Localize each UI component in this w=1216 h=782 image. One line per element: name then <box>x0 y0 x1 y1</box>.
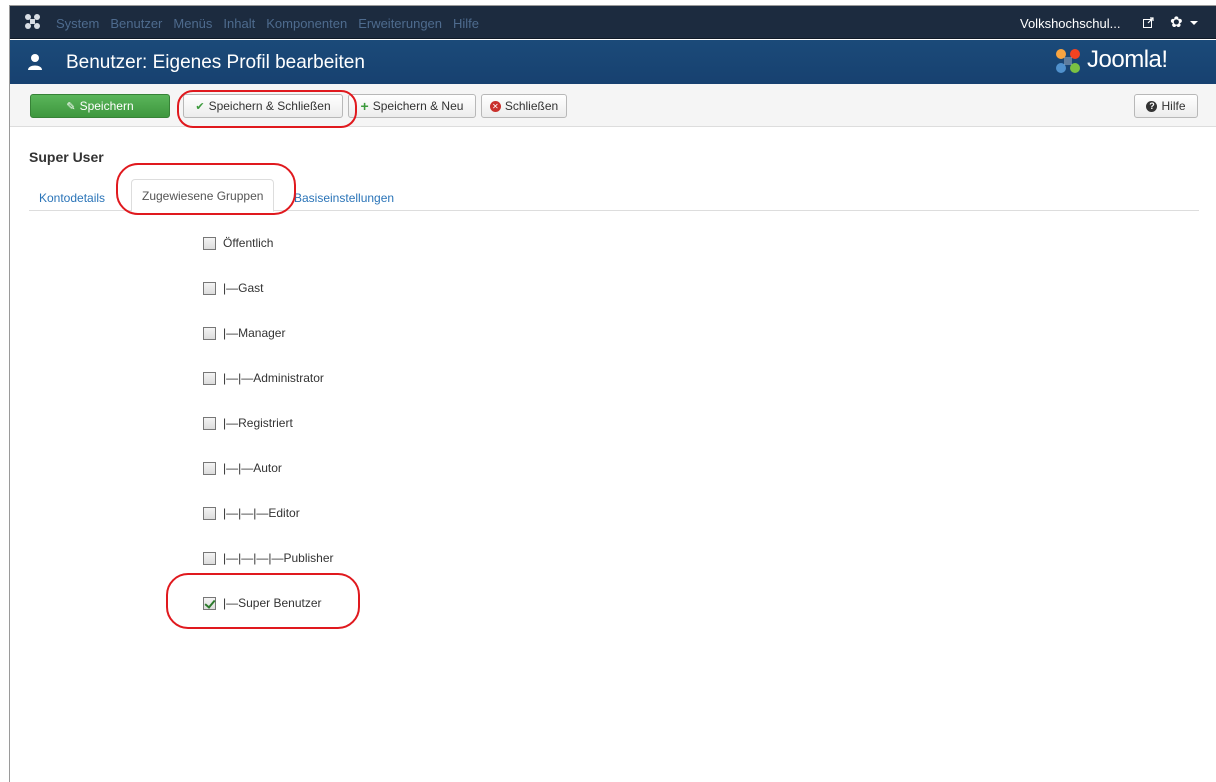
save-button[interactable]: ✎ Speichern <box>30 94 170 118</box>
group-label: |—|—Autor <box>223 461 282 475</box>
group-checkbox[interactable] <box>203 371 216 385</box>
gear-icon[interactable]: ✿ <box>1170 13 1183 31</box>
group-label: |—|—|—Editor <box>223 506 300 520</box>
chevron-down-icon[interactable] <box>1190 21 1198 25</box>
group-label: |—Manager <box>223 326 286 340</box>
help-button[interactable]: ? Hilfe <box>1134 94 1198 118</box>
close-icon: ✕ <box>489 100 501 112</box>
menu-item-system[interactable]: System <box>56 16 99 31</box>
group-row[interactable]: |—|—|—Editor <box>203 506 300 520</box>
save-and-new-button[interactable]: + Speichern & Neu <box>348 94 476 118</box>
group-row[interactable]: |—|—Administrator <box>203 371 324 385</box>
group-label: |—Registriert <box>223 416 293 430</box>
joomla-logo <box>1056 49 1080 73</box>
form-title: Super User <box>29 149 104 165</box>
group-label: Öffentlich <box>223 236 274 250</box>
group-checkbox[interactable] <box>203 506 216 520</box>
menu-item-inhalt[interactable]: Inhalt <box>223 16 255 31</box>
close-button[interactable]: ✕ Schließen <box>481 94 567 118</box>
group-label: |—|—|—|—Publisher <box>223 551 334 565</box>
highlight-ring-save-close <box>177 90 357 128</box>
menu-item-hilfe[interactable]: Hilfe <box>453 16 479 31</box>
top-menu-bar: System Benutzer Menüs Inhalt Komponenten… <box>10 6 1216 39</box>
save-and-new-label: Speichern & Neu <box>372 99 464 113</box>
group-checkbox[interactable] <box>203 551 216 565</box>
group-row[interactable]: |—|—|—|—Publisher <box>203 551 334 565</box>
external-link-icon[interactable] <box>1143 17 1154 28</box>
group-row[interactable]: |—|—Autor <box>203 461 282 475</box>
group-row[interactable]: |—Registriert <box>203 416 293 430</box>
edit-icon: ✎ <box>66 100 76 113</box>
group-checkbox[interactable] <box>203 326 216 340</box>
menu-item-erweiterungen[interactable]: Erweiterungen <box>358 16 442 31</box>
admin-window: System Benutzer Menüs Inhalt Komponenten… <box>9 5 1216 782</box>
menu-item-komponenten[interactable]: Komponenten <box>266 16 347 31</box>
user-icon <box>28 54 42 70</box>
joomla-brand-text: Joomla! <box>1087 46 1168 73</box>
close-button-label: Schließen <box>504 99 559 113</box>
plus-icon: + <box>360 98 369 114</box>
question-icon: ? <box>1146 100 1158 112</box>
highlight-ring-super-benutzer <box>166 573 360 629</box>
group-checkbox[interactable] <box>203 236 216 250</box>
group-label: |—Gast <box>223 281 264 295</box>
menu-item-benutzer[interactable]: Benutzer <box>110 16 162 31</box>
group-row[interactable]: |—Gast <box>203 281 263 295</box>
tab-basiseinstellungen[interactable]: Basiseinstellungen <box>284 185 404 211</box>
group-row[interactable]: |—Manager <box>203 326 285 340</box>
page-header: Benutzer: Eigenes Profil bearbeiten Joom… <box>10 40 1216 84</box>
group-checkbox[interactable] <box>203 416 216 430</box>
highlight-ring-tab <box>116 163 296 215</box>
group-checkbox[interactable] <box>203 281 216 295</box>
save-button-label: Speichern <box>79 99 134 113</box>
tab-kontodetails[interactable]: Kontodetails <box>29 185 115 211</box>
help-button-label: Hilfe <box>1161 99 1186 113</box>
site-name-link[interactable]: Volkshochschul... <box>1020 16 1120 31</box>
group-checkbox[interactable] <box>203 461 216 475</box>
main-menu: System Benutzer Menüs Inhalt Komponenten… <box>56 16 490 31</box>
page-title: Benutzer: Eigenes Profil bearbeiten <box>66 52 365 73</box>
group-row[interactable]: Öffentlich <box>203 236 273 250</box>
joomla-icon[interactable] <box>24 13 41 30</box>
group-label: |—|—Administrator <box>223 371 324 385</box>
menu-item-menus[interactable]: Menüs <box>173 16 212 31</box>
